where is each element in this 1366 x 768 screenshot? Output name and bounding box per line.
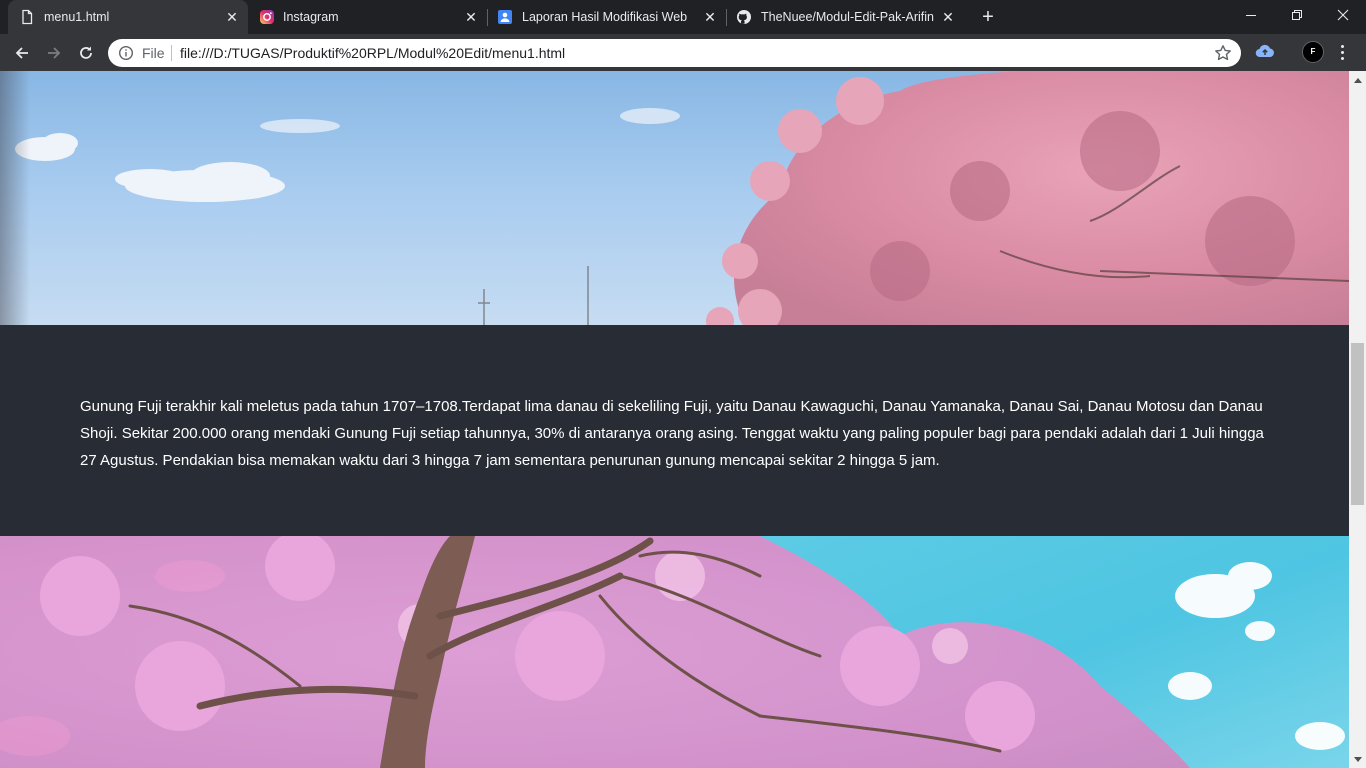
tab-laporan[interactable]: Laporan Hasil Modifikasi Web ✕ bbox=[488, 0, 726, 34]
restore-icon bbox=[1292, 10, 1302, 20]
scroll-thumb[interactable] bbox=[1351, 343, 1364, 505]
scroll-up-arrow-icon bbox=[1353, 77, 1362, 83]
tab-menu1[interactable]: menu1.html ✕ bbox=[8, 0, 248, 34]
cherry-tree-sky-image bbox=[0, 536, 1349, 768]
github-icon bbox=[737, 10, 751, 24]
cherry-blossom-sky-image bbox=[0, 71, 1349, 325]
close-icon bbox=[1337, 9, 1349, 21]
address-divider bbox=[171, 45, 172, 61]
close-tab-icon[interactable]: ✕ bbox=[223, 8, 241, 26]
close-window-button[interactable] bbox=[1320, 0, 1366, 30]
close-tab-icon[interactable]: ✕ bbox=[462, 8, 480, 26]
scroll-down-button[interactable] bbox=[1349, 751, 1366, 768]
new-tab-button[interactable]: + bbox=[977, 6, 999, 28]
reload-icon bbox=[80, 46, 92, 59]
cherry-tree-illustration bbox=[0, 536, 1345, 768]
scheme-label: File bbox=[142, 45, 165, 61]
bookmark-star-icon[interactable] bbox=[1214, 44, 1232, 62]
cloud-extension-icon[interactable] bbox=[1254, 42, 1276, 62]
menu-dot bbox=[1340, 56, 1344, 60]
address-bar[interactable]: File file:///D:/TUGAS/Produktif%20RPL/Mo… bbox=[108, 39, 1241, 67]
url-text[interactable]: file:///D:/TUGAS/Produktif%20RPL/Modul%2… bbox=[180, 45, 565, 61]
arrow-left-icon bbox=[15, 47, 28, 59]
google-sites-icon bbox=[498, 10, 512, 24]
back-button[interactable] bbox=[9, 40, 35, 66]
scroll-down-arrow-icon bbox=[1353, 756, 1362, 762]
menu-dot bbox=[1340, 50, 1344, 54]
page-scrollbar[interactable] bbox=[1349, 71, 1366, 768]
restore-window-button[interactable] bbox=[1274, 0, 1320, 30]
cherry-blossom-illustration bbox=[15, 71, 1349, 325]
tab-title: Instagram bbox=[283, 10, 339, 24]
tab-title: menu1.html bbox=[44, 10, 110, 24]
tab-github[interactable]: TheNuee/Modul-Edit-Pak-Arifin ✕ bbox=[727, 0, 965, 34]
tab-title: Laporan Hasil Modifikasi Web bbox=[522, 10, 688, 24]
fuji-paragraph: Gunung Fuji terakhir kali meletus pada t… bbox=[80, 398, 1264, 469]
arrow-right-icon bbox=[48, 47, 61, 59]
menu-dot bbox=[1340, 44, 1344, 48]
minimize-window-button[interactable] bbox=[1228, 0, 1274, 30]
document-icon bbox=[22, 9, 33, 25]
close-tab-icon[interactable]: ✕ bbox=[701, 8, 719, 26]
tab-title: TheNuee/Modul-Edit-Pak-Arifin bbox=[761, 10, 934, 24]
info-section: Gunung Fuji terakhir kali meletus pada t… bbox=[0, 325, 1349, 536]
close-tab-icon[interactable]: ✕ bbox=[939, 8, 957, 26]
minimize-icon bbox=[1246, 15, 1256, 16]
info-icon[interactable] bbox=[118, 45, 134, 61]
instagram-icon bbox=[260, 10, 274, 24]
tab-strip: menu1.html ✕ Instagram ✕ Laporan Hasil M… bbox=[0, 0, 1366, 34]
scroll-up-button[interactable] bbox=[1349, 71, 1366, 88]
profile-avatar[interactable]: F bbox=[1302, 41, 1324, 63]
tab-instagram[interactable]: Instagram ✕ bbox=[248, 0, 486, 34]
page-viewport: Gunung Fuji terakhir kali meletus pada t… bbox=[0, 71, 1349, 768]
image-vignette bbox=[0, 71, 30, 325]
browser-menu-button[interactable] bbox=[1334, 40, 1350, 64]
browser-toolbar: File file:///D:/TUGAS/Produktif%20RPL/Mo… bbox=[0, 34, 1366, 71]
forward-button[interactable] bbox=[41, 40, 67, 66]
reload-button[interactable] bbox=[73, 40, 99, 66]
